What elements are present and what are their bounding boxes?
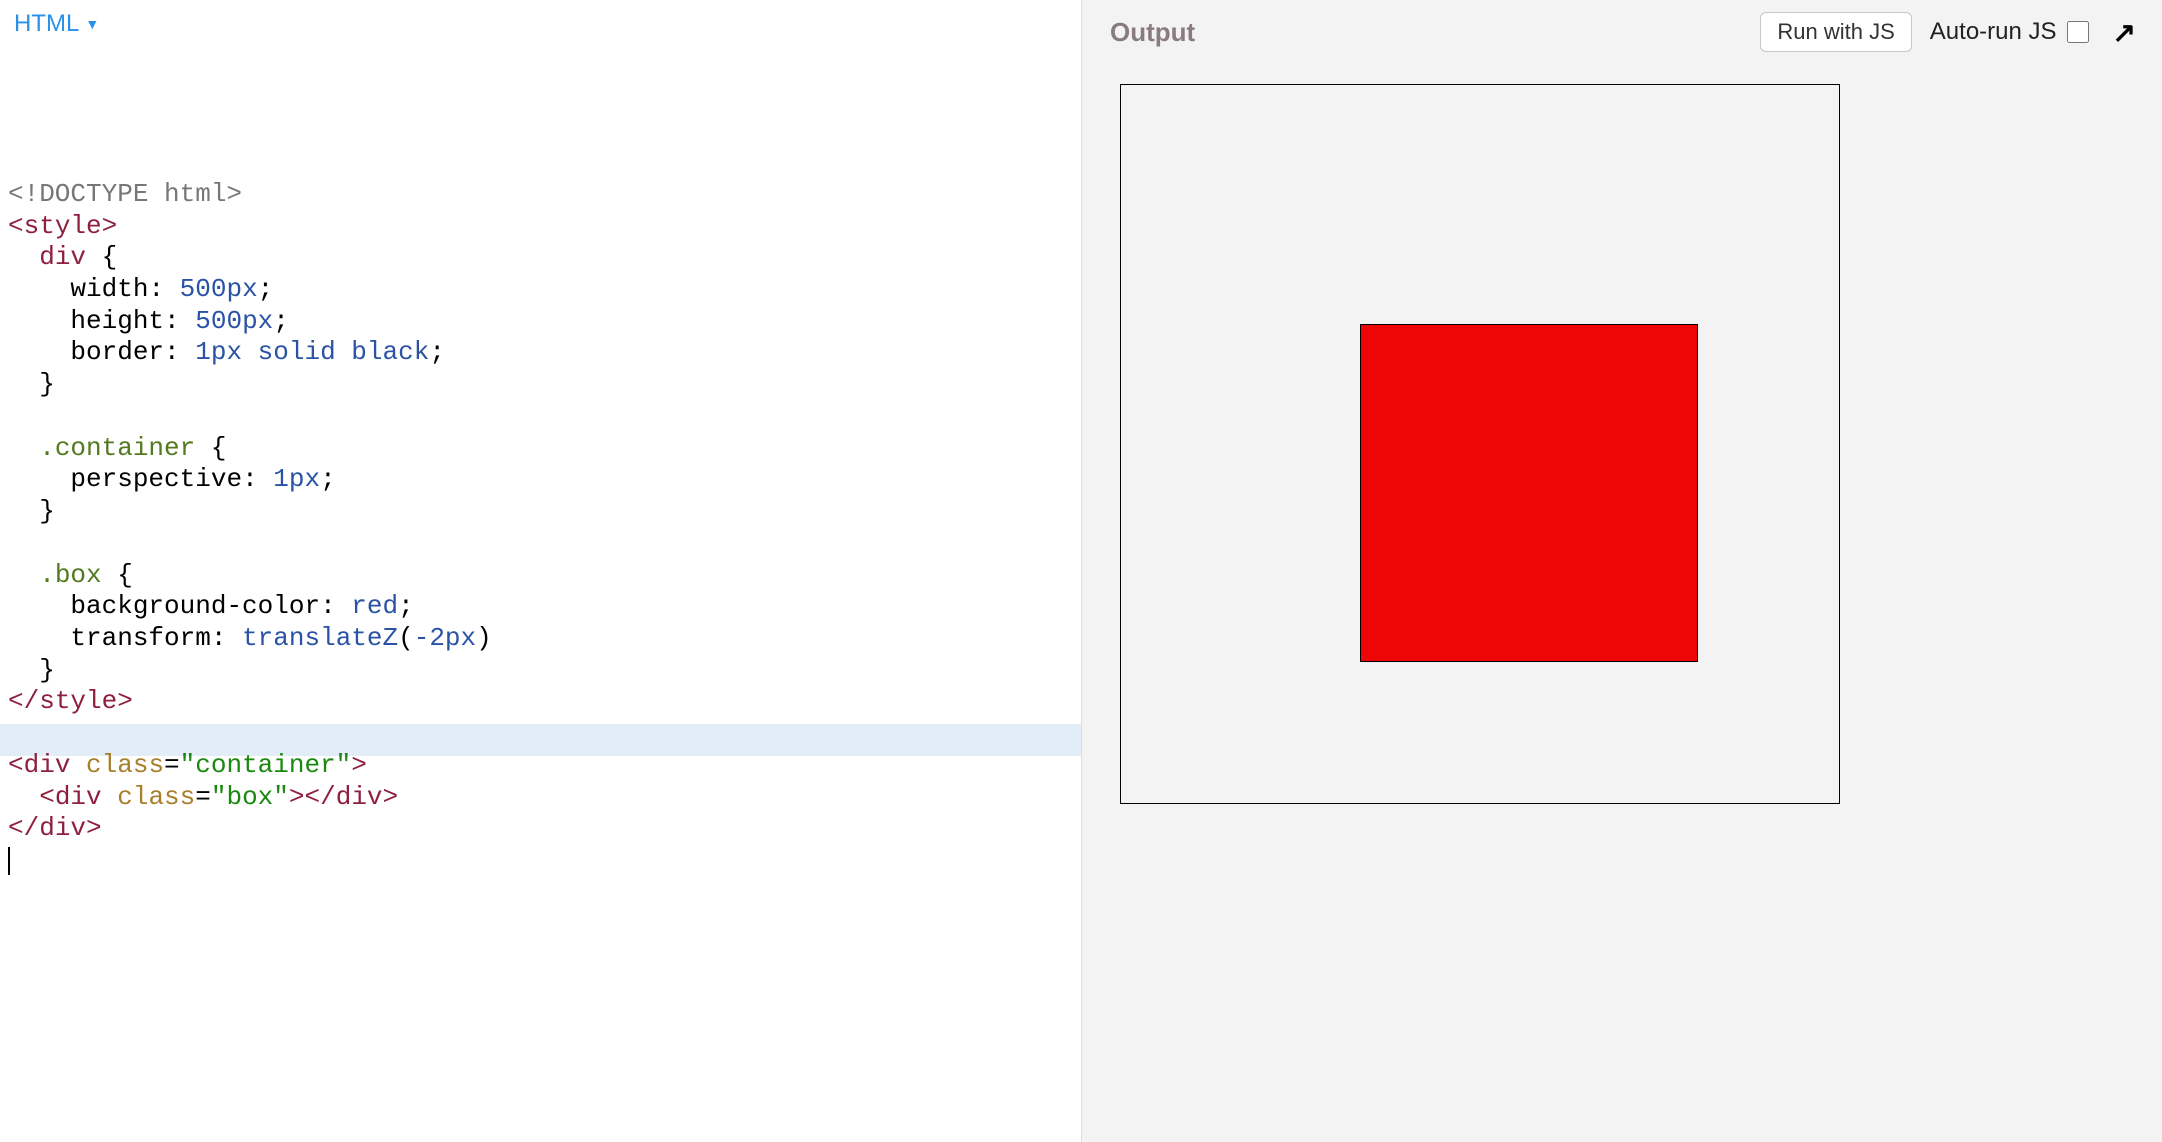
code-token: .container [39,433,195,463]
output-pane: Output Run with JS Auto-run JS ↗ [1081,0,2162,1142]
code-token [8,369,39,399]
code-token: } [39,496,55,526]
code-token: class [86,750,164,780]
editor-header: HTML ▼ [0,0,1081,44]
code-token: div [39,242,86,272]
code-token: > [351,750,367,780]
rendered-container-div [1120,84,1840,804]
code-token: : [164,337,195,367]
code-token [8,306,70,336]
autorun-label: Auto-run JS [1930,18,2057,46]
text-cursor [8,847,10,875]
code-token: 500px [180,274,258,304]
run-with-js-button[interactable]: Run with JS [1760,12,1911,52]
code-token: ; [398,591,414,621]
code-token: > [102,211,118,241]
code-token: div [55,782,102,812]
code-token: border [70,337,164,367]
code-token: : [164,306,195,336]
code-token: : [320,591,351,621]
code-token: 1px [273,464,320,494]
code-token: -2px [414,623,476,653]
code-token: { [102,560,133,590]
code-token: > [86,813,102,843]
code-token: { [195,433,226,463]
code-token [8,464,70,494]
code-token: </ [8,813,39,843]
code-token [8,655,39,685]
code-token: < [8,750,24,780]
code-token: translateZ [242,623,398,653]
code-token: "container" [180,750,352,780]
code-token [8,433,39,463]
code-token [8,242,39,272]
code-token: <!DOCTYPE html> [8,179,242,209]
code-token: ) [476,623,492,653]
code-token: } [39,369,55,399]
code-token: div [336,782,383,812]
code-token: div [39,813,86,843]
code-token: height [70,306,164,336]
code-token [8,560,39,590]
output-header: Output Run with JS Auto-run JS ↗ [1082,0,2162,62]
output-iframe [1110,74,2134,1084]
rendered-box-div [1360,324,1698,662]
code-token [8,496,39,526]
language-tab-label: HTML [14,10,79,38]
code-token: </ [305,782,336,812]
autorun-checkbox[interactable] [2067,21,2089,43]
code-token: ; [273,306,289,336]
code-token [8,623,70,653]
code-token: div [24,750,71,780]
code-token: transform [70,623,210,653]
code-token [102,782,118,812]
code-token: background-color [70,591,320,621]
code-token: style [39,686,117,716]
code-token: 500px [195,306,273,336]
code-token: : [148,274,179,304]
code-token: ; [429,337,445,367]
code-token: "box" [211,782,289,812]
code-token: style [24,211,102,241]
code-token: .box [39,560,101,590]
code-content: <!DOCTYPE html> <style> div { width: 500… [8,147,1081,877]
code-token: perspective [70,464,242,494]
code-token: ( [398,623,414,653]
editor-pane: HTML ▼ <!DOCTYPE html> <style> div { wid… [0,0,1081,1142]
autorun-toggle[interactable]: Auto-run JS [1930,18,2089,46]
code-token: : [242,464,273,494]
code-token: > [117,686,133,716]
code-token: } [39,655,55,685]
code-token [8,274,70,304]
code-token: > [289,782,305,812]
code-token: ; [258,274,274,304]
code-token: < [39,782,55,812]
code-token: ; [320,464,336,494]
chevron-down-icon: ▼ [85,16,99,32]
code-token: width [70,274,148,304]
code-editor[interactable]: <!DOCTYPE html> <style> div { width: 500… [0,44,1081,1142]
code-token: solid black [242,337,429,367]
code-token: { [86,242,117,272]
code-token: red [351,591,398,621]
expand-icon[interactable]: ↗ [2107,16,2142,49]
code-token [70,750,86,780]
code-token: = [195,782,211,812]
code-token [8,337,70,367]
code-token: < [8,211,24,241]
code-token [8,591,70,621]
code-token: </ [8,686,39,716]
code-token: class [117,782,195,812]
code-token: > [383,782,399,812]
code-token: : [211,623,242,653]
code-token [8,782,39,812]
output-label: Output [1110,17,1742,48]
code-token: 1px [195,337,242,367]
language-tab-html[interactable]: HTML ▼ [14,10,99,38]
code-token: = [164,750,180,780]
